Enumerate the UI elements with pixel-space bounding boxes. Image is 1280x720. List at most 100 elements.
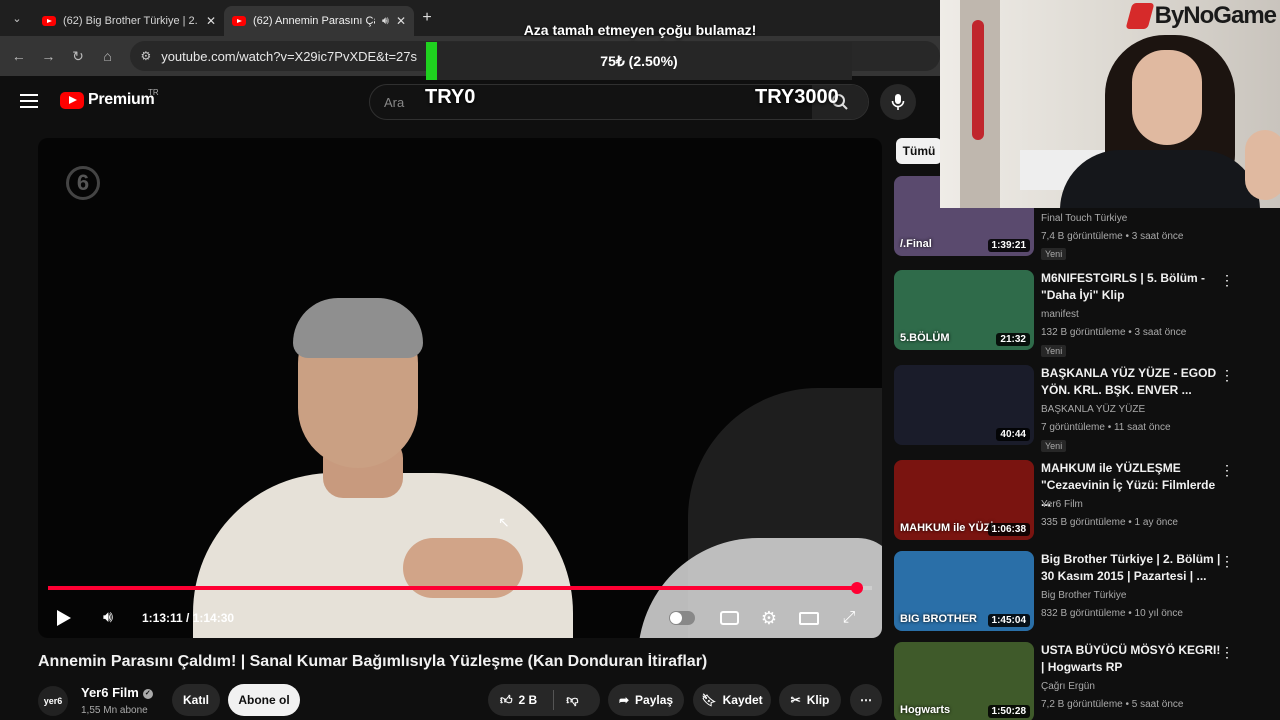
clip-button[interactable]: ✂ Klip (779, 684, 841, 716)
recommendation-item[interactable]: 40:44 BAŞKANLA YÜZ YÜZE - EGOD YÖN. KRL. … (894, 365, 1280, 455)
more-options-icon[interactable]: ⋮ (1220, 462, 1234, 479)
video-duration: 1:06:38 (987, 523, 1030, 536)
donation-goal-amount: 75₺ (2.50%) (600, 53, 678, 69)
more-options-icon[interactable]: ⋮ (1220, 644, 1234, 661)
video-owner-row: yer6 Yer6 Film ✓ 1,55 Mn abone Katıl Abon… (38, 683, 898, 717)
recommendation-item[interactable]: BIG BROTHER 1:45:04 Big Brother Türkiye | … (894, 551, 1280, 641)
youtube-logo[interactable]: Premium (60, 91, 155, 109)
brand-text: ByNoGame (1154, 2, 1277, 29)
recommendation-meta: 132 B görüntüleme • 3 saat önce (1041, 327, 1187, 338)
webcam-decoration (972, 20, 984, 140)
share-arrow-icon: ➦ (618, 693, 630, 707)
close-tab-icon[interactable]: ✕ (206, 14, 216, 28)
save-button[interactable]: 🔖︎ Kaydet (693, 684, 771, 716)
recommendation-item[interactable]: MAHKUM ile YÜZİ 1:06:38 MAHKUM ile YÜZLEŞM… (894, 460, 1280, 550)
volume-icon[interactable]: 🔊︎ (96, 604, 120, 632)
channel-name-text[interactable]: Yer6 Film (81, 685, 139, 700)
bookmark-icon: 🔖︎ (701, 693, 717, 707)
more-actions-button[interactable]: ⋯ (850, 684, 882, 716)
autoplay-toggle[interactable] (668, 604, 696, 632)
thumbs-up-icon: 👍︎ (500, 692, 513, 707)
recommendation-channel[interactable]: Çağrı Ergün (1041, 681, 1095, 692)
share-button[interactable]: ➦ Paylaş (608, 684, 684, 716)
seek-bar[interactable] (48, 582, 872, 594)
thumbnail-caption: 5.BÖLÜM (900, 332, 950, 344)
player-controls: 🔊︎ 1:13:11 / 1:14:30 ⚙ ⤢ (38, 600, 882, 636)
recommendation-title[interactable]: BAŞKANLA YÜZ YÜZE - EGOD YÖN. KRL. BŞK. … (1041, 365, 1221, 399)
recommendation-channel[interactable]: Yer6 Film (1041, 499, 1083, 510)
recommendation-title[interactable]: Big Brother Türkiye | 2. Bölüm | 30 Kası… (1041, 551, 1221, 585)
thumbnail-caption: MAHKUM ile YÜZİ (900, 522, 994, 534)
menu-icon[interactable] (20, 94, 38, 108)
recommendation-item[interactable]: 5.BÖLÜM 21:32 M6NIFESTGIRLS | 5. Bölüm - "… (894, 270, 1280, 360)
streamer-hand (1245, 130, 1280, 200)
channel-watermark-icon[interactable]: 6 (66, 166, 100, 200)
clip-label: Klip (806, 693, 830, 707)
recommendation-meta: 7 görüntüleme • 11 saat önce (1041, 422, 1171, 433)
video-thumbnail[interactable]: BIG BROTHER 1:45:04 (894, 551, 1034, 631)
video-player[interactable]: 6 ↖ 🔊︎ 1:13:11 / 1:14:30 ⚙ ⤢ (38, 138, 882, 638)
scissors-icon: ✂ (790, 693, 801, 707)
thumbnail-caption: /.Final (900, 238, 932, 250)
video-thumbnail[interactable]: 40:44 (894, 365, 1034, 445)
recommendation-item[interactable]: Hogwarts 1:50:28 USTA BÜYÜCÜ MÖSYÖ KEGRI! … (894, 642, 1280, 720)
video-thumbnail[interactable]: Hogwarts 1:50:28 (894, 642, 1034, 720)
brand-logo: ByNoGame (1125, 2, 1277, 30)
microphone-icon[interactable] (880, 84, 916, 120)
thumbnail-caption: Hogwarts (900, 704, 951, 716)
channel-name[interactable]: Yer6 Film ✓ (81, 685, 153, 700)
forward-arrow-icon[interactable]: → (34, 48, 64, 64)
donation-goal-min: TRY0 (425, 86, 476, 108)
subscribe-button[interactable]: Abone ol (228, 684, 300, 716)
channel-avatar[interactable]: yer6 (38, 686, 68, 716)
recommendation-channel[interactable]: BAŞKANLA YÜZ YÜZE (1041, 404, 1145, 415)
more-options-icon[interactable]: ⋮ (1220, 272, 1234, 289)
tab-title: (62) Big Brother Türkiye | 2. Bölüm (63, 15, 199, 27)
fullscreen-icon[interactable]: ⤢ (838, 604, 860, 632)
recommendation-channel[interactable]: Big Brother Türkiye (1041, 590, 1126, 601)
join-button[interactable]: Katıl (172, 684, 220, 716)
recommendation-meta: 832 B görüntüleme • 10 yıl önce (1041, 608, 1183, 619)
youtube-favicon-icon (42, 16, 56, 26)
recommendation-channel[interactable]: manifest (1041, 309, 1079, 320)
theater-mode-icon[interactable] (798, 604, 820, 632)
play-button[interactable] (54, 604, 74, 632)
donation-goal-bar: 75₺ (2.50%) (426, 42, 852, 80)
like-count: 2 B (518, 693, 538, 707)
thumbs-down-icon[interactable]: 👎︎ (566, 693, 578, 708)
recommendation-title[interactable]: USTA BÜYÜCÜ MÖSYÖ KEGRI! | Hogwarts RP (1041, 642, 1221, 676)
search-input[interactable]: Ara (384, 95, 404, 110)
verified-check-icon: ✓ (142, 688, 153, 699)
reload-icon[interactable]: ↻ (63, 48, 93, 65)
browser-tab-2[interactable]: (62) Annemin Parasını Çaldım 🔊︎ ✕ (224, 6, 414, 36)
video-duration: 1:39:21 (987, 239, 1030, 252)
like-button[interactable]: 👍︎ 2 B 👎︎ (488, 684, 600, 716)
recommendation-title[interactable]: M6NIFESTGIRLS | 5. Bölüm - "Daha İyi" Kl… (1041, 270, 1221, 304)
close-tab-icon[interactable]: ✕ (396, 14, 406, 28)
recommendation-meta: 7,2 B görüntüleme • 5 saat önce (1041, 699, 1184, 710)
home-icon[interactable]: ⌂ (93, 48, 123, 64)
browser-tab-1[interactable]: (62) Big Brother Türkiye | 2. Bölüm ✕ (34, 6, 224, 36)
more-options-icon[interactable]: ⋮ (1220, 553, 1234, 570)
settings-gear-icon[interactable]: ⚙ (758, 604, 780, 632)
tab-search-icon[interactable]: ⌄ (4, 5, 30, 31)
youtube-favicon-icon (232, 16, 246, 26)
more-options-icon[interactable]: ⋮ (1220, 367, 1234, 384)
video-thumbnail[interactable]: 5.BÖLÜM 21:32 (894, 270, 1034, 350)
tab-title: (62) Annemin Parasını Çaldım (253, 15, 375, 27)
video-thumbnail[interactable]: MAHKUM ile YÜZİ 1:06:38 (894, 460, 1034, 540)
recommendation-channel[interactable]: Final Touch Türkiye (1041, 213, 1127, 224)
thumbnail-caption: BIG BROTHER (900, 613, 977, 625)
streamer-face (1132, 50, 1202, 145)
back-arrow-icon[interactable]: ← (4, 48, 34, 64)
filter-chip-all[interactable]: Tümü (896, 138, 942, 164)
seek-bar-played (48, 586, 858, 590)
streamer-shirt (1060, 150, 1260, 208)
new-tab-button[interactable]: + (414, 9, 440, 27)
subtitles-icon[interactable] (718, 604, 740, 632)
like-divider (553, 690, 555, 710)
donation-goal-max: TRY3000 (755, 86, 839, 108)
video-title: Annemin Parasını Çaldım! | Sanal Kumar B… (38, 653, 708, 670)
site-info-icon[interactable]: ⚙ (140, 49, 151, 63)
audio-playing-icon[interactable]: 🔊︎ (382, 15, 389, 28)
